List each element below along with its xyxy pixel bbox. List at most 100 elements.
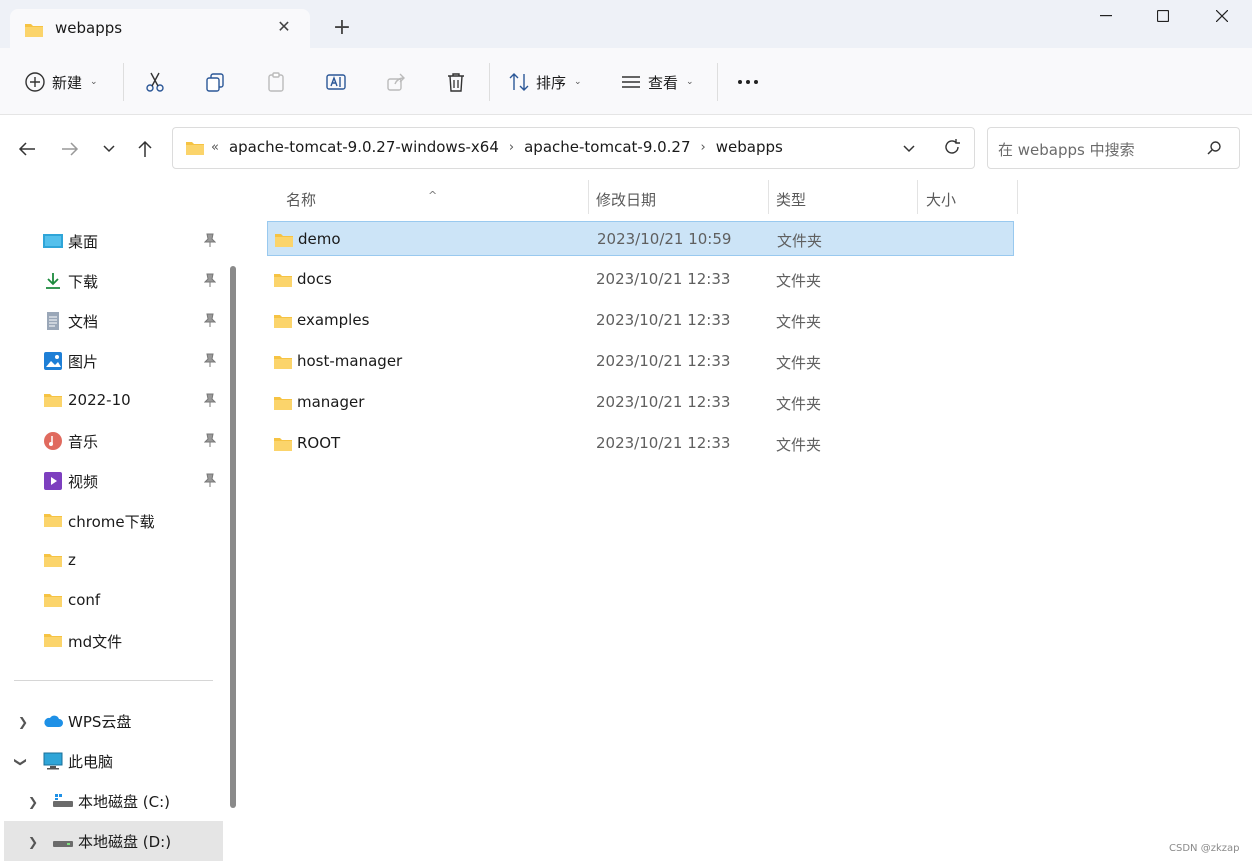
pin-icon[interactable] <box>203 233 217 251</box>
new-tab-icon[interactable]: + <box>330 16 354 40</box>
share-button[interactable] <box>385 65 407 99</box>
navigation-bar: « apache-tomcat-9.0.27-windows-x64 › apa… <box>0 116 1252 180</box>
tab-title: webapps <box>55 19 123 37</box>
chevron-down-icon[interactable]: ❯ <box>14 757 28 767</box>
chevron-down-icon[interactable] <box>901 140 917 160</box>
cut-button[interactable] <box>144 65 166 99</box>
file-row-manager[interactable]: manager 2023/10/21 12:33 文件夹 <box>267 385 1014 420</box>
view-list-icon <box>622 76 640 88</box>
sidebar-item-videos[interactable]: 视频 <box>0 461 222 501</box>
sidebar-item-documents[interactable]: 文档 <box>0 301 222 341</box>
sidebar-item-drive-d[interactable]: ❯ 本地磁盘 (D:) <box>4 821 223 861</box>
paste-button[interactable] <box>265 65 287 99</box>
recent-locations-button[interactable] <box>96 136 122 162</box>
sidebar-item-z[interactable]: z <box>0 541 222 581</box>
sidebar-item-music[interactable]: 音乐 <box>0 421 222 461</box>
pictures-icon <box>43 352 63 370</box>
more-icon <box>738 80 758 84</box>
maximize-button[interactable] <box>1133 0 1193 32</box>
sort-button[interactable]: 排序 ⌄ <box>508 65 582 99</box>
search-icon[interactable] <box>1206 140 1222 160</box>
sidebar-item-md-files[interactable]: md文件 <box>0 621 222 661</box>
view-button[interactable]: 查看 ⌄ <box>620 65 694 99</box>
sidebar-item-this-pc[interactable]: ❯ 此电脑 <box>0 741 222 781</box>
column-divider[interactable] <box>768 180 769 214</box>
search-box[interactable]: 在 webapps 中搜索 <box>987 127 1240 169</box>
copy-button[interactable] <box>204 65 226 99</box>
toolbar-divider <box>123 63 124 101</box>
pin-icon[interactable] <box>203 393 217 411</box>
chevron-right-icon[interactable]: › <box>509 140 514 155</box>
column-header-name[interactable]: 名称 <box>286 189 316 210</box>
pin-icon[interactable] <box>203 433 217 451</box>
refresh-icon[interactable] <box>943 138 961 160</box>
column-divider[interactable] <box>917 180 918 214</box>
file-row-root[interactable]: ROOT 2023/10/21 12:33 文件夹 <box>267 426 1014 461</box>
file-list: ^ 名称 修改日期 类型 大小 demo 2023/10/21 10:59 文件… <box>244 180 1252 865</box>
file-name[interactable]: manager <box>297 393 364 411</box>
up-button[interactable] <box>132 136 158 162</box>
file-row-docs[interactable]: docs 2023/10/21 12:33 文件夹 <box>267 262 1014 297</box>
column-header-modified[interactable]: 修改日期 <box>596 189 656 210</box>
tab-webapps[interactable]: webapps ✕ <box>10 9 310 48</box>
file-name[interactable]: examples <box>297 311 369 329</box>
pin-icon[interactable] <box>203 273 217 291</box>
rename-button[interactable] <box>325 65 347 99</box>
overflow-crumb[interactable]: « <box>211 140 219 155</box>
more-options-button[interactable] <box>736 65 760 99</box>
column-divider[interactable] <box>588 180 589 214</box>
file-name[interactable]: host-manager <box>297 352 402 370</box>
folder-icon <box>43 552 63 570</box>
video-icon <box>43 472 63 490</box>
sidebar-item-pictures[interactable]: 图片 <box>0 341 222 381</box>
title-bar: webapps ✕ + <box>0 0 1252 48</box>
sidebar-scrollbar[interactable] <box>230 266 236 808</box>
file-modified: 2023/10/21 12:33 <box>596 434 731 452</box>
file-name[interactable]: ROOT <box>297 434 340 452</box>
rename-icon <box>326 74 346 90</box>
share-icon <box>387 73 405 91</box>
file-name[interactable]: demo <box>298 230 341 248</box>
sidebar-item-2022-10[interactable]: 2022-10 <box>0 381 222 421</box>
delete-button[interactable] <box>445 65 467 99</box>
chevron-right-icon[interactable]: ❯ <box>28 835 38 849</box>
file-row-demo[interactable]: demo 2023/10/21 10:59 文件夹 <box>267 221 1014 256</box>
new-button[interactable]: 新建 ⌄ <box>24 65 98 99</box>
sidebar-item-wps-cloud[interactable]: ❯ WPS云盘 <box>0 701 222 741</box>
chevron-right-icon[interactable]: › <box>701 140 706 155</box>
file-type: 文件夹 <box>776 395 822 413</box>
back-button[interactable] <box>14 136 40 162</box>
cloud-icon <box>43 712 63 730</box>
pin-icon[interactable] <box>203 353 217 371</box>
column-divider[interactable] <box>1017 180 1018 214</box>
forward-button[interactable] <box>57 136 83 162</box>
close-tab-icon[interactable]: ✕ <box>274 17 294 37</box>
file-row-examples[interactable]: examples 2023/10/21 12:33 文件夹 <box>267 303 1014 338</box>
sidebar-item-desktop[interactable]: 桌面 <box>0 221 222 261</box>
minimize-button[interactable] <box>1076 0 1136 32</box>
arrow-right-icon <box>62 142 79 156</box>
pin-icon[interactable] <box>203 313 217 331</box>
chevron-right-icon[interactable]: ❯ <box>28 795 38 809</box>
breadcrumb-item[interactable]: webapps <box>716 138 783 156</box>
file-row-host-manager[interactable]: host-manager 2023/10/21 12:33 文件夹 <box>267 344 1014 379</box>
address-bar[interactable]: « apache-tomcat-9.0.27-windows-x64 › apa… <box>172 127 975 169</box>
column-header-size[interactable]: 大小 <box>926 189 956 210</box>
command-bar: 新建 ⌄ 排序 ⌄ 查看 ⌄ <box>0 48 1252 115</box>
sidebar-item-drive-c[interactable]: ❯ 本地磁盘 (C:) <box>0 781 222 821</box>
chevron-right-icon[interactable]: ❯ <box>18 715 28 729</box>
toolbar-divider <box>717 63 718 101</box>
breadcrumb-item[interactable]: apache-tomcat-9.0.27-windows-x64 <box>229 138 499 156</box>
file-name[interactable]: docs <box>297 270 332 288</box>
folder-icon <box>274 232 294 252</box>
close-window-button[interactable] <box>1192 0 1252 32</box>
sidebar-item-chrome-downloads[interactable]: chrome下载 <box>0 501 222 541</box>
pin-icon[interactable] <box>203 473 217 491</box>
breadcrumb-item[interactable]: apache-tomcat-9.0.27 <box>524 138 690 156</box>
sidebar-item-conf[interactable]: conf <box>0 581 222 621</box>
search-placeholder: 在 webapps 中搜索 <box>998 141 1135 159</box>
column-header-type[interactable]: 类型 <box>776 189 806 210</box>
file-modified: 2023/10/21 12:33 <box>596 393 731 411</box>
sidebar-item-downloads[interactable]: 下载 <box>0 261 222 301</box>
chevron-down-icon <box>103 145 115 153</box>
